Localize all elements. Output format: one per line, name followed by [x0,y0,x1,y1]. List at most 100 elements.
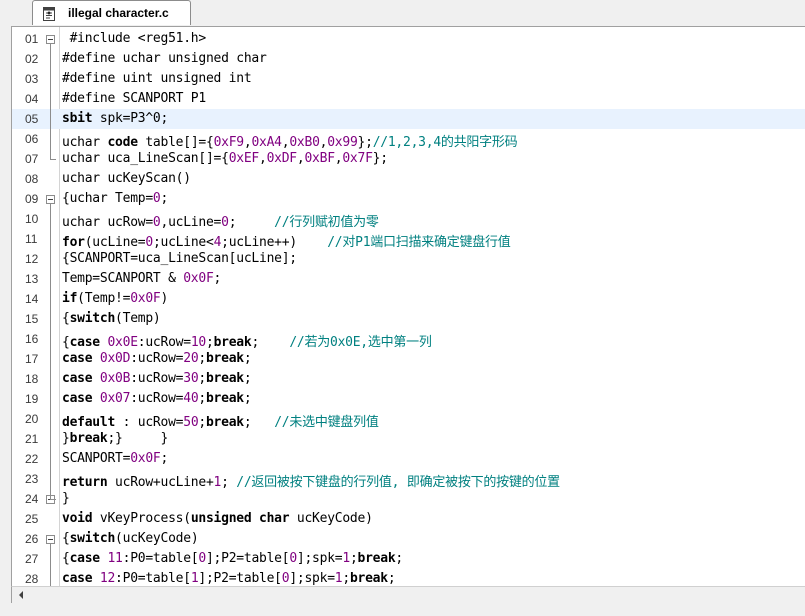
code-editor[interactable]: 01 #include <reg51.h> 02 #define uchar uns… [11,26,805,586]
code-token: #define SCANPORT P1 [62,91,206,106]
code-line[interactable]: 16 {case 0x0E:ucRow=10;break; //若为0x0E,选中… [12,329,805,350]
code-line[interactable]: 07 uchar uca_LineScan[]={0xEF,0xDF,0xBF,0… [12,149,805,169]
keyword-token: default [62,415,116,430]
code-line[interactable]: 19 case 0x07:ucRow=40;break; [12,389,805,409]
code-token: #define uint unsigned int [62,71,252,86]
code-token: uchar ucRow= [62,215,153,230]
code-line[interactable]: 25 void vKeyProcess(unsigned char ucKeyCo… [12,509,805,529]
code-token: #include <reg51.h> [62,31,207,46]
number-token: 0xB0 [289,135,320,150]
code-text: uchar uca_LineScan[]={0xEF,0xDF,0xBF,0x7… [62,151,388,166]
code-line[interactable]: 10 uchar ucRow=0,ucLine=0; //行列赋初值为零 [12,209,805,230]
code-line[interactable]: 04 #define SCANPORT P1 [12,89,805,109]
code-text: {case 11:P0=table[0];P2=table[0];spk=1;b… [62,551,403,566]
code-line[interactable]: 24} [12,489,805,509]
code-text: {uchar Temp=0; [62,191,168,206]
code-line[interactable]: 09 {uchar Temp=0; [12,189,805,209]
code-token: ,ucLine= [160,215,222,230]
code-line[interactable]: 05 sbit spk=P3^0; [12,109,805,129]
code-token: ;ucLine< [152,235,214,250]
keyword-token: void [62,511,93,526]
code-token: : ucRow= [115,415,184,430]
code-token: ];spk= [296,551,343,566]
line-number: 18 [25,372,39,386]
number-token: 0 [221,215,229,230]
code-token: ; [243,371,252,386]
code-line[interactable]: 20 default : ucRow=50;break; //未选中键盘列值 [12,409,805,430]
tab-label: illegal character.c [68,6,169,20]
code-token: ; [395,551,403,566]
line-number: 26 [25,532,39,546]
number-token: 0 [198,551,206,566]
keyword-token: unsigned char [190,511,290,526]
c-file-icon [43,6,55,21]
code-line[interactable]: 27 {case 11:P0=table[0];P2=table[0];spk=1… [12,549,805,569]
code-token: vKeyProcess( [92,511,191,526]
code-line[interactable]: 03 #define uint unsigned int [12,69,805,89]
code-line[interactable]: 28 case 12:P0=table[1];P2=table[0];spk=1;… [12,569,805,586]
code-line[interactable]: 22 SCANPORT=0x0F; [12,449,805,469]
code-token: , [259,151,267,166]
code-text: {case 0x0E:ucRow=10;break; //若为0x0E,选中第一… [62,331,432,350]
code-line[interactable]: 08 uchar ucKeyScan() [12,169,805,189]
code-text: #define SCANPORT P1 [62,91,206,106]
code-line[interactable]: 14 if(Temp!=0x0F) [12,289,805,309]
line-number: 14 [25,292,39,306]
code-token: ;ucLine++) [221,235,328,250]
number-token: 12 [99,571,116,586]
code-token: Temp=SCANPORT & [62,271,184,286]
code-line[interactable]: 18 case 0x0B:ucRow=30;break; [12,369,805,389]
keyword-token: switch [69,311,116,326]
number-token: 30 [183,371,199,386]
keyword-token: case [62,351,93,366]
code-token: ; [251,335,290,350]
keyword-token: break [69,431,108,446]
code-line[interactable]: 01 #include <reg51.h> [12,29,805,49]
keyword-token: break [205,415,244,430]
code-line[interactable]: 15 {switch(Temp) [12,309,805,329]
code-token: {SCANPORT=uca_LineScan[ucLine]; [62,251,297,266]
code-token: { [62,311,70,326]
line-number: 19 [25,392,39,406]
number-token: 0 [152,191,161,206]
number-token: 0x0F [183,271,214,286]
fold-collapse-icon[interactable] [46,195,55,204]
fold-tree-line [50,544,51,586]
tab-illegal-character[interactable]: illegal character.c [32,0,191,25]
code-line[interactable]: 06 uchar code table[]={0xF9,0xA4,0xB0,0x9… [12,129,805,150]
fold-collapse-icon[interactable] [46,535,55,544]
code-line[interactable]: 23 return ucRow+ucLine+1; //返回被按下键盘的行列值, … [12,469,805,490]
number-token: 1 [342,551,350,566]
code-line[interactable]: 17 case 0x0D:ucRow=20;break; [12,349,805,369]
number-token: 20 [183,351,199,366]
code-line[interactable]: 11 for(ucLine=0;ucLine<4;ucLine++) //对P1端… [12,229,805,250]
keyword-token: break [205,371,244,386]
code-text: default : ucRow=50;break; //未选中键盘列值 [62,411,379,430]
horizontal-scrollbar[interactable] [11,586,805,603]
number-token: 0x0D [99,351,131,366]
code-text: SCANPORT=0x0F; [62,451,168,466]
keyword-token: break [349,571,388,586]
line-number: 07 [25,152,39,166]
number-token: 0x99 [327,135,358,150]
keyword-token: case [69,551,101,566]
scroll-left-button[interactable] [12,587,29,603]
fold-collapse-icon[interactable] [46,35,55,44]
code-line[interactable]: 12 {SCANPORT=uca_LineScan[ucLine]; [12,249,805,269]
code-token: #define uchar unsigned char [62,51,267,66]
line-number: 12 [25,252,39,266]
code-token: uchar [62,135,108,150]
number-token: 11 [107,551,123,566]
code-token: ) [160,291,169,306]
number-token: 0x7F [342,151,373,166]
code-line[interactable]: 02 #define uchar unsigned char [12,49,805,69]
fold-tree-line [50,44,51,160]
code-line[interactable]: 21}break;} } [12,429,805,449]
comment-token: //行列赋初值为零 [274,215,379,230]
tab-bar: illegal character.c [0,0,805,26]
code-token: table[]={ [137,135,214,150]
code-line[interactable]: 13 Temp=SCANPORT & 0x0F; [12,269,805,289]
keyword-token: return [62,475,108,490]
line-number: 01 [25,32,39,46]
code-line[interactable]: 26 {switch(ucKeyCode) [12,529,805,549]
